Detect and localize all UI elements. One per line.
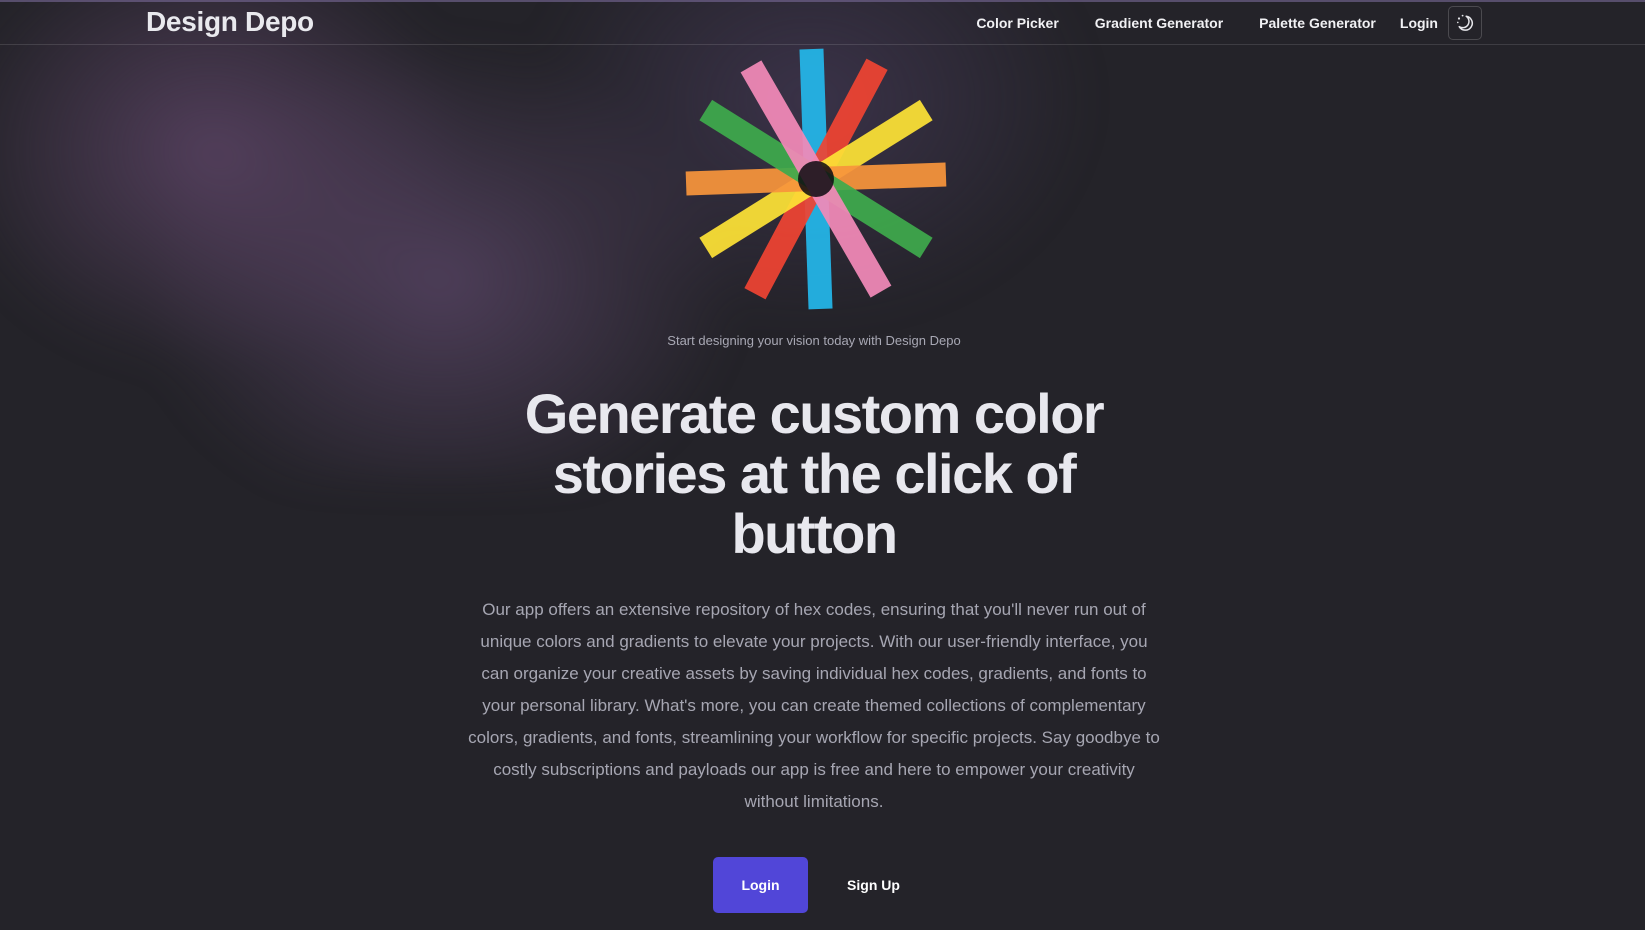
nav-link-color-picker[interactable]: Color Picker (976, 15, 1058, 31)
hero-description: Our app offers an extensive repository o… (468, 600, 1160, 811)
nav-links: Color Picker Gradient Generator Palette … (976, 6, 1482, 40)
moon-stars-icon (1457, 14, 1473, 31)
cta-login-button[interactable]: Login (713, 857, 808, 913)
hero-tagline: Start designing your vision today with D… (667, 333, 961, 348)
nav-link-gradient-generator[interactable]: Gradient Generator (1095, 15, 1223, 31)
cta-signup-button[interactable]: Sign Up (826, 857, 921, 913)
starburst-center (798, 161, 834, 197)
brand-logo-text[interactable]: Design Depo (146, 6, 314, 38)
landing-page: Design Depo Color Picker Gradient Genera… (0, 0, 1645, 930)
starburst-svg (685, 48, 947, 310)
nav-login-link[interactable]: Login (1400, 15, 1438, 31)
theme-toggle-button[interactable] (1448, 6, 1482, 40)
navbar: Design Depo Color Picker Gradient Genera… (0, 0, 1645, 45)
hero-headline: Generate custom color stories at the cli… (524, 382, 1105, 565)
color-starburst-logo-icon (683, 46, 949, 312)
nav-link-palette-generator[interactable]: Palette Generator (1259, 15, 1376, 31)
